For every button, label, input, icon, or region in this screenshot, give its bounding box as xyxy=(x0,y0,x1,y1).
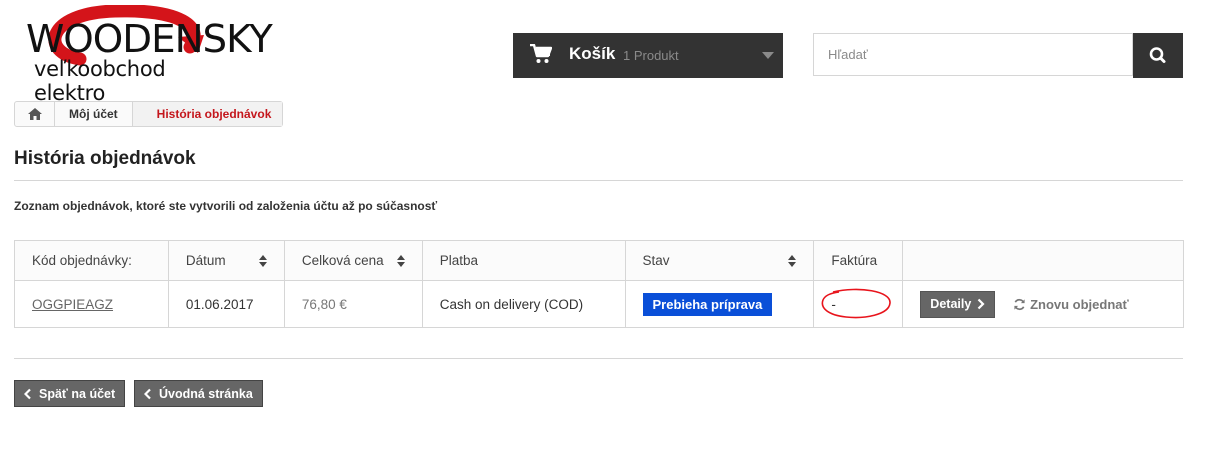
refresh-icon xyxy=(1014,298,1025,310)
column-label: Dátum xyxy=(185,253,226,268)
column-label: Platba xyxy=(439,253,479,268)
column-label: Stav xyxy=(642,253,670,268)
sort-icon xyxy=(258,254,267,267)
home-page-button[interactable]: Úvodná stránka xyxy=(134,380,263,407)
annotation-circle xyxy=(821,288,892,319)
search-icon xyxy=(1149,47,1166,63)
order-date: 01.06.2017 xyxy=(167,280,285,328)
divider xyxy=(14,358,1183,359)
chevron-left-icon xyxy=(144,388,151,399)
column-header-status[interactable]: Stav xyxy=(624,240,815,281)
table-row: OGGPIEAGZ 01.06.2017 76,80 € Cash on del… xyxy=(14,280,1184,328)
table-header-row: Kód objednávky: Dátum Celková cena Platb… xyxy=(14,240,1184,281)
orders-table: Kód objednávky: Dátum Celková cena Platb… xyxy=(14,240,1184,328)
breadcrumb: Môj účet História objednávok xyxy=(14,101,284,127)
column-label: Kód objednávky: xyxy=(32,253,132,268)
chevron-left-icon xyxy=(24,388,31,399)
page-title: História objednávok xyxy=(14,148,196,169)
column-header-total[interactable]: Celková cena xyxy=(283,240,423,281)
cart-icon xyxy=(530,44,552,63)
home-page-label: Úvodná stránka xyxy=(159,386,253,401)
cart-count: 1 Produkt xyxy=(623,48,679,63)
order-total: 76,80 € xyxy=(283,280,423,328)
cart-label: Košík xyxy=(569,44,616,63)
logo-wordmark: WOODENSKY xyxy=(26,17,273,61)
reorder-link[interactable]: Znovu objednať xyxy=(1013,297,1129,312)
search-box xyxy=(813,33,1133,76)
details-button[interactable]: Detaily xyxy=(920,290,996,318)
home-icon xyxy=(27,108,42,120)
caret-down-icon xyxy=(762,52,774,59)
back-to-account-button[interactable]: Späť na účet xyxy=(14,380,126,407)
column-header-payment: Platba xyxy=(421,240,626,281)
order-payment: Cash on delivery (COD) xyxy=(421,280,626,328)
order-code-link[interactable]: OGGPIEAGZ xyxy=(32,297,113,312)
breadcrumb-home[interactable] xyxy=(15,102,55,126)
column-label: Celková cena xyxy=(301,253,384,268)
back-to-account-label: Späť na účet xyxy=(39,386,116,401)
sort-icon xyxy=(788,254,797,267)
order-status-cell: Prebieha príprava xyxy=(624,280,815,328)
order-code-cell: OGGPIEAGZ xyxy=(14,280,169,328)
column-header-order-code[interactable]: Kód objednávky: xyxy=(14,240,169,281)
search-button[interactable] xyxy=(1133,33,1183,78)
reorder-label: Znovu objednať xyxy=(1030,296,1129,312)
logo[interactable]: WOODENSKY veľkoobchod elektro xyxy=(12,5,273,105)
logo-tagline: veľkoobchod elektro xyxy=(34,57,166,105)
chevron-right-icon xyxy=(978,298,985,310)
sort-icon xyxy=(396,254,405,267)
column-header-invoice: Faktúra xyxy=(813,240,904,281)
divider xyxy=(14,180,1183,181)
details-button-label: Detaily xyxy=(930,297,972,311)
column-label: Faktúra xyxy=(831,253,878,268)
cart-dropdown[interactable]: Košík 1 Produkt xyxy=(513,33,783,78)
search-input[interactable] xyxy=(814,34,1132,75)
order-actions-cell: Detaily Znovu objednať xyxy=(902,280,1184,328)
status-badge: Prebieha príprava xyxy=(642,292,773,316)
invoice-cell: - xyxy=(813,280,904,328)
breadcrumb-my-account[interactable]: Môj účet xyxy=(55,102,133,126)
page-intro: Zoznam objednávok, ktoré ste vytvorili o… xyxy=(14,199,438,213)
column-header-actions xyxy=(902,240,1184,281)
column-header-date[interactable]: Dátum xyxy=(167,240,285,281)
breadcrumb-order-history: História objednávok xyxy=(132,102,283,126)
